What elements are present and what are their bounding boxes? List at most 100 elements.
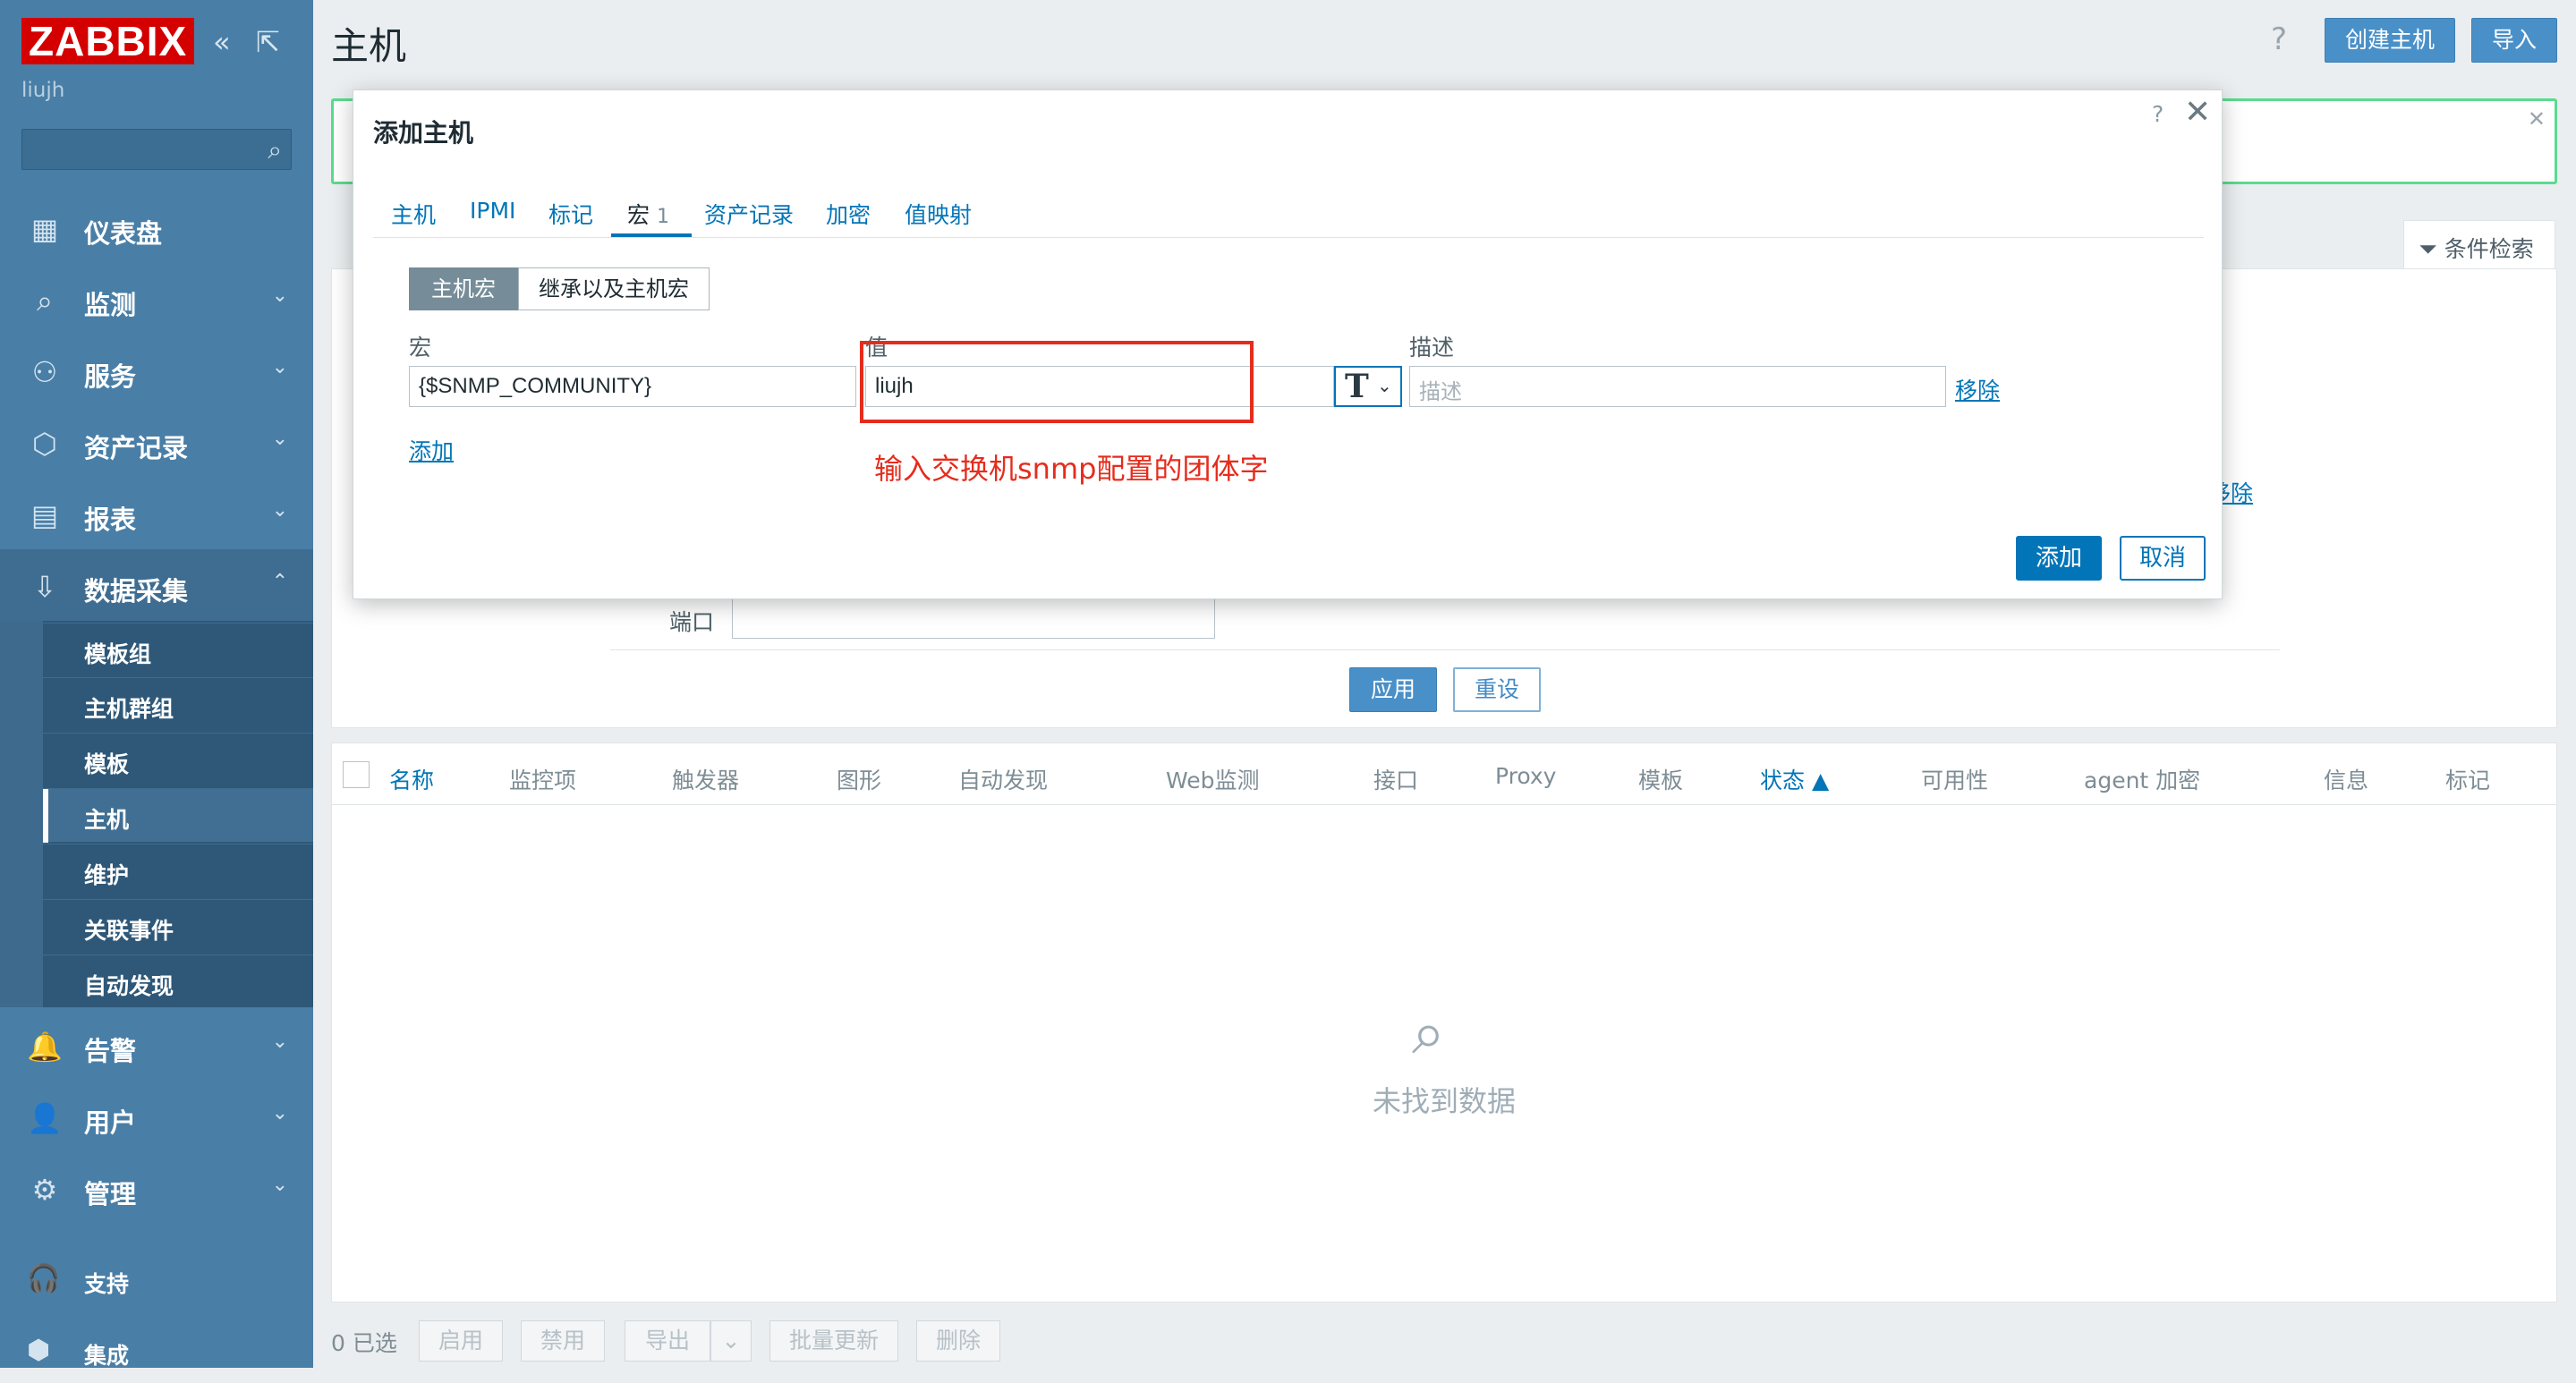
sidebar-item-support[interactable]: 🎧 支持 bbox=[0, 1249, 313, 1311]
col-tags[interactable]: 标记 bbox=[2445, 763, 2490, 795]
search-icon: ⌕ bbox=[1412, 998, 1445, 1067]
chevron-down-icon: ⌄ bbox=[271, 356, 288, 378]
help-icon[interactable]: ? bbox=[2271, 21, 2287, 57]
submenu-host-groups[interactable]: 主机群组 bbox=[43, 677, 313, 731]
port-label: 端口 bbox=[669, 609, 715, 635]
col-items[interactable]: 监控项 bbox=[509, 763, 576, 795]
value-type-dropdown[interactable]: T ⌄ bbox=[1334, 366, 1402, 407]
macro-description-input[interactable]: 描述 bbox=[1409, 366, 1946, 407]
inventory-icon: ⬡ bbox=[32, 427, 57, 461]
col-graphs[interactable]: 图形 bbox=[837, 763, 881, 795]
alerts-icon: 🔔 bbox=[27, 1030, 63, 1064]
sidebar-item-integrations[interactable]: ⬢ 集成 bbox=[0, 1320, 313, 1383]
macro-count-badge: 1 bbox=[656, 206, 669, 228]
macro-input[interactable]: {$SNMP_COMMUNITY} bbox=[409, 366, 856, 407]
tab-ipmi[interactable]: IPMI bbox=[470, 198, 515, 224]
description-column-label: 描述 bbox=[1409, 335, 1455, 361]
tab-value-mapping[interactable]: 值映射 bbox=[905, 198, 972, 230]
submenu-hosts[interactable]: 主机 bbox=[43, 788, 313, 843]
disable-button[interactable]: 禁用 bbox=[521, 1320, 605, 1362]
export-dropdown-chevron-icon[interactable]: ⌄ bbox=[710, 1320, 752, 1362]
tab-encryption[interactable]: 加密 bbox=[826, 198, 871, 230]
select-all-checkbox[interactable] bbox=[343, 761, 370, 788]
submenu-label: 主机 bbox=[84, 807, 130, 833]
filter-tab[interactable]: ⏷ 条件检索 bbox=[2403, 220, 2555, 268]
sidebar-item-administration[interactable]: ⚙ 管理 ⌄ bbox=[0, 1152, 313, 1224]
import-button[interactable]: 导入 bbox=[2471, 18, 2557, 63]
submenu-template-groups[interactable]: 模板组 bbox=[43, 623, 313, 676]
col-info[interactable]: 信息 bbox=[2324, 763, 2368, 795]
annotation-highlight-box bbox=[860, 341, 1254, 423]
users-icon: 👤 bbox=[27, 1101, 63, 1135]
sidebar-item-label: 监测 bbox=[84, 290, 137, 320]
sidebar-item-data-collection[interactable]: ⇩ 数据采集 ⌃ bbox=[0, 549, 313, 621]
col-discovery[interactable]: 自动发现 bbox=[958, 763, 1048, 795]
chevron-down-icon: ⌄ bbox=[271, 499, 288, 522]
monitoring-icon: ⌕ bbox=[37, 284, 53, 318]
col-templates[interactable]: 模板 bbox=[1638, 763, 1683, 795]
sidebar-item-alerts[interactable]: 🔔 告警 ⌄ bbox=[0, 1009, 313, 1081]
host-macros-toggle[interactable]: 主机宏 bbox=[409, 267, 518, 310]
sidebar-item-dashboard[interactable]: ▦ 仪表盘 bbox=[0, 191, 313, 263]
col-proxy[interactable]: Proxy bbox=[1495, 763, 1556, 789]
mass-update-button[interactable]: 批量更新 bbox=[769, 1320, 898, 1362]
tab-macros[interactable]: 宏 1 bbox=[627, 198, 669, 230]
reset-button[interactable]: 重设 bbox=[1453, 667, 1541, 712]
sidebar-item-label: 仪表盘 bbox=[84, 218, 163, 249]
chevron-down-icon: ⌄ bbox=[1377, 375, 1392, 396]
enable-button[interactable]: 启用 bbox=[419, 1320, 503, 1362]
submenu-label: 模板组 bbox=[84, 641, 152, 667]
submenu-label: 关联事件 bbox=[84, 918, 174, 944]
filter-divider bbox=[610, 649, 2280, 650]
zabbix-logo[interactable]: ZABBIX bbox=[21, 18, 195, 64]
export-button[interactable]: 导出 bbox=[625, 1320, 710, 1362]
apply-button[interactable]: 应用 bbox=[1349, 667, 1437, 712]
cancel-button[interactable]: 取消 bbox=[2120, 536, 2206, 581]
no-data-text: 未找到数据 bbox=[1373, 1084, 1517, 1118]
integrations-icon: ⬢ bbox=[27, 1335, 51, 1366]
sidebar-item-label: 报表 bbox=[84, 505, 137, 535]
sidebar-item-services[interactable]: ⚇ 服务 ⌄ bbox=[0, 335, 313, 406]
tabs-divider bbox=[373, 237, 2204, 238]
submenu-maintenance[interactable]: 维护 bbox=[43, 844, 313, 897]
col-status[interactable]: 状态 ▲ bbox=[1760, 763, 1829, 795]
submenu-templates[interactable]: 模板 bbox=[43, 733, 313, 786]
tab-inventory[interactable]: 资产记录 bbox=[704, 198, 794, 230]
col-availability[interactable]: 可用性 bbox=[1921, 763, 1988, 795]
sidebar-search-input[interactable]: ⌕ bbox=[21, 129, 292, 170]
popout-sidebar-icon[interactable]: ⇱ bbox=[256, 25, 280, 59]
inherited-macros-toggle[interactable]: 继承以及主机宏 bbox=[518, 267, 710, 310]
reports-icon: ▤ bbox=[30, 498, 59, 532]
col-web[interactable]: Web监测 bbox=[1166, 763, 1260, 795]
col-interface[interactable]: 接口 bbox=[1373, 763, 1418, 795]
add-button[interactable]: 添加 bbox=[2016, 536, 2102, 581]
sidebar-item-label: 支持 bbox=[84, 1271, 130, 1297]
col-name[interactable]: 名称 bbox=[389, 763, 434, 795]
add-macro-link[interactable]: 添加 bbox=[409, 434, 454, 466]
delete-button[interactable]: 删除 bbox=[916, 1320, 1000, 1362]
col-triggers[interactable]: 触发器 bbox=[672, 763, 739, 795]
sidebar-item-reports[interactable]: ▤ 报表 ⌄ bbox=[0, 478, 313, 549]
sidebar-item-inventory[interactable]: ⬡ 资产记录 ⌄ bbox=[0, 406, 313, 478]
sidebar-item-users[interactable]: 👤 用户 ⌄ bbox=[0, 1081, 313, 1152]
filter-remove-link[interactable]: 移除 bbox=[2217, 476, 2253, 508]
search-icon[interactable]: ⌕ bbox=[268, 135, 282, 165]
submenu-label: 自动发现 bbox=[84, 973, 174, 999]
close-message-icon[interactable]: ✕ bbox=[2528, 106, 2546, 132]
tab-host[interactable]: 主机 bbox=[391, 198, 436, 230]
tab-tags[interactable]: 标记 bbox=[548, 198, 593, 230]
tab-macros-label: 宏 bbox=[627, 202, 650, 228]
submenu-event-correlation[interactable]: 关联事件 bbox=[43, 899, 313, 953]
submenu-discovery[interactable]: 自动发现 bbox=[43, 955, 313, 1008]
create-host-button[interactable]: 创建主机 bbox=[2325, 18, 2455, 63]
port-input[interactable] bbox=[732, 598, 1215, 639]
chevron-down-icon: ⌄ bbox=[271, 428, 288, 450]
sidebar-item-monitoring[interactable]: ⌕ 监测 ⌄ bbox=[0, 263, 313, 335]
close-icon[interactable]: ✕ bbox=[2184, 94, 2211, 131]
modal-help-icon[interactable]: ? bbox=[2152, 101, 2164, 127]
services-icon: ⚇ bbox=[31, 355, 58, 389]
hosts-table-header: 名称 监控项 触发器 图形 自动发现 Web监测 接口 Proxy 模板 状态 … bbox=[331, 742, 2557, 805]
collapse-sidebar-icon[interactable]: « bbox=[213, 25, 231, 59]
col-agent-encryption[interactable]: agent 加密 bbox=[2084, 763, 2200, 795]
remove-macro-link[interactable]: 移除 bbox=[1955, 373, 2000, 405]
